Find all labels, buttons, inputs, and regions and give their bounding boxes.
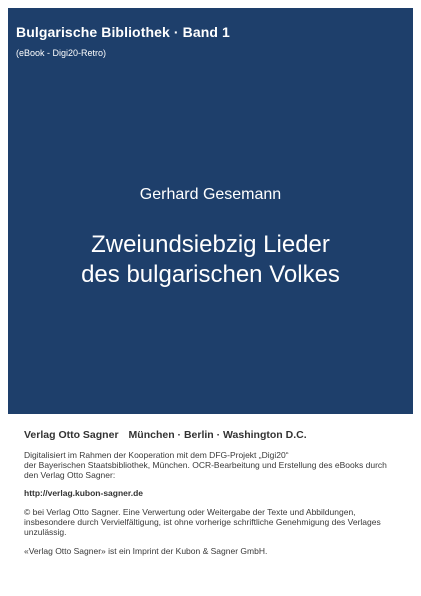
publisher-line: Verlag Otto Sagner München · Berlin · Was…: [24, 429, 404, 441]
book-title: Zweiundsiebzig Lieder des bulgarischen V…: [8, 230, 413, 290]
title-page: Bulgarische Bibliothek · Band 1 (eBook -…: [0, 0, 421, 596]
publisher-url: http://verlag.kubon-sagner.de: [24, 488, 144, 498]
series-title: Bulgarische Bibliothek · Band 1: [16, 24, 230, 40]
copyright-line-1: © bei Verlag Otto Sagner. Eine Verwertun…: [24, 507, 356, 517]
publisher-cities: München · Berlin · Washington D.C.: [128, 429, 307, 441]
digitisation-line-3: den Verlag Otto Sagner:: [24, 470, 116, 480]
digitisation-note: Digitalisiert im Rahmen der Kooperation …: [24, 450, 404, 480]
imprint-note: «Verlag Otto Sagner» ist ein Imprint der…: [24, 546, 268, 556]
cover-panel: Bulgarische Bibliothek · Band 1 (eBook -…: [8, 8, 413, 414]
copyright-note: © bei Verlag Otto Sagner. Eine Verwertun…: [24, 507, 404, 537]
digitisation-line-1: Digitalisiert im Rahmen der Kooperation …: [24, 450, 289, 460]
publisher-footer: Verlag Otto Sagner München · Berlin · Was…: [24, 429, 404, 556]
copyright-line-3: unzulässig.: [24, 527, 67, 537]
series-note: (eBook - Digi20-Retro): [16, 48, 107, 58]
digitisation-line-2: der Bayerischen Staatsbibliothek, Münche…: [24, 460, 387, 470]
book-title-line-1: Zweiundsiebzig Lieder: [91, 231, 330, 258]
book-title-line-2: des bulgarischen Volkes: [81, 261, 340, 288]
copyright-line-2: insbesondere durch Vervielfältigung, ist…: [24, 517, 381, 527]
publisher-name: Verlag Otto Sagner: [24, 429, 119, 441]
author-name: Gerhard Gesemann: [139, 186, 282, 203]
